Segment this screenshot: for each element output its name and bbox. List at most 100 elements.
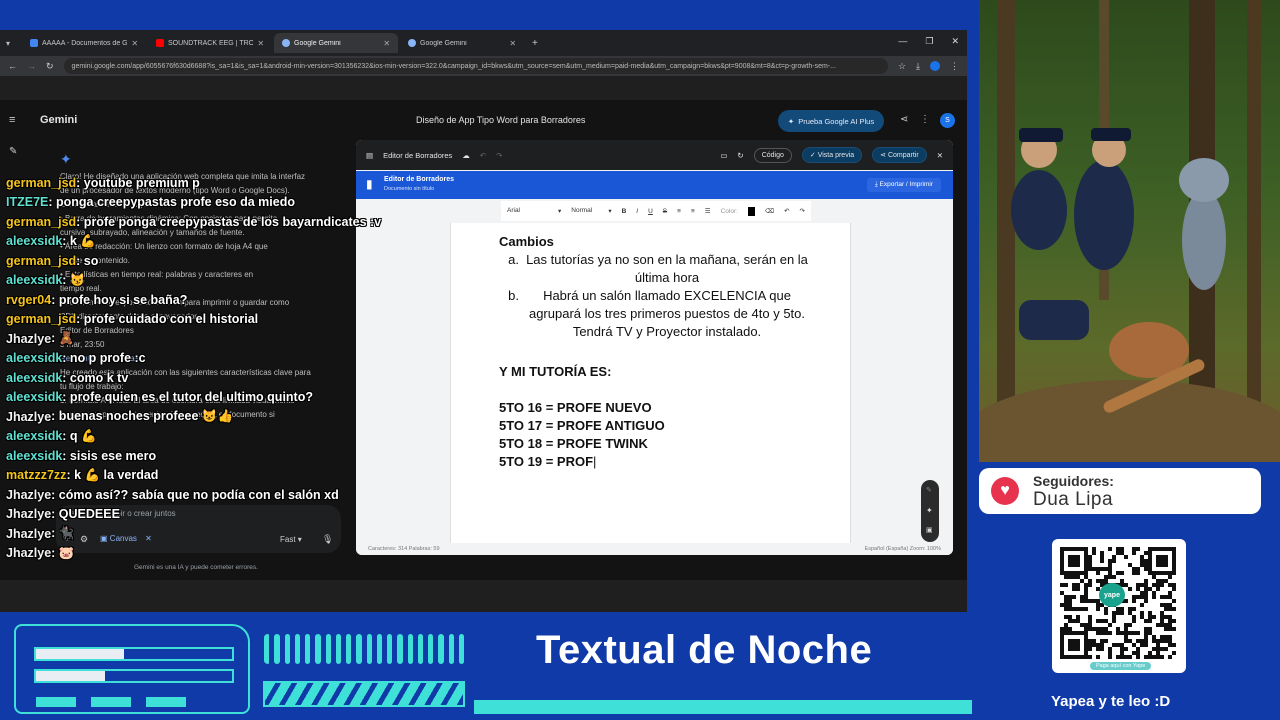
- chat-username[interactable]: german_jsd: [6, 254, 76, 268]
- hamburger-menu-icon[interactable]: ≡: [9, 114, 15, 126]
- document-page[interactable]: Cambios a. Las tutorías ya no son en la m…: [450, 223, 851, 555]
- url-field[interactable]: gemini.google.com/app/6055676f630d6688?i…: [63, 58, 888, 74]
- cloud-icon: ☁: [462, 150, 470, 160]
- latest-follower: Dua Lipa: [1033, 489, 1114, 510]
- preview-button[interactable]: ✓ Vista previa: [801, 147, 863, 163]
- avatar[interactable]: S: [940, 113, 955, 128]
- yape-badge: yape: [1099, 583, 1125, 607]
- language-zoom: Español (España) Zoom: 100%: [864, 546, 941, 552]
- chat-message: german_jsd: profe cuidado con el histori…: [6, 310, 366, 330]
- chat-username[interactable]: german_jsd: [6, 215, 76, 229]
- present-icon[interactable]: ▭: [720, 151, 727, 160]
- chat-text: : 🧸: [51, 331, 75, 346]
- font-select[interactable]: Arial ▾: [507, 207, 561, 215]
- underline-icon[interactable]: U: [648, 208, 653, 215]
- chat-username[interactable]: german_jsd: [6, 176, 76, 190]
- list-icon[interactable]: ☰: [705, 207, 711, 215]
- undo-icon[interactable]: ↶: [784, 207, 789, 215]
- ai-plus-button[interactable]: ✦ Prueba Google AI Plus: [778, 110, 884, 132]
- close-icon[interactable]: ✕: [509, 39, 516, 48]
- forward-icon[interactable]: →: [27, 61, 36, 71]
- editor-app-header: ▮ Editor de Borradores Documento sin tít…: [356, 171, 953, 199]
- redo-icon[interactable]: ↷: [496, 151, 502, 160]
- file-icon: ▮: [366, 177, 373, 191]
- chat-text: : so: [76, 253, 99, 268]
- browser-tab-docs[interactable]: AAAAA - Documentos de Goo ✕: [22, 33, 146, 53]
- gemini-icon: [282, 39, 291, 47]
- tab-search-icon[interactable]: ▾: [6, 39, 10, 48]
- chat-text: : no p profe :c: [62, 351, 146, 366]
- close-window-icon[interactable]: ✕: [951, 36, 959, 47]
- chat-username[interactable]: Jhazlye: [6, 546, 51, 560]
- chat-username[interactable]: Jhazlye: [6, 507, 51, 521]
- decorative-tabs: [36, 697, 186, 707]
- new-tab-button[interactable]: +: [532, 38, 538, 49]
- stream-chat-overlay: german_jsd: youtube premium p ITZE7E: pon…: [6, 173, 381, 563]
- chat-text: : profe cuidado con el historial: [76, 312, 259, 327]
- chat-username[interactable]: aleexsidk: [6, 371, 62, 385]
- chat-username[interactable]: Jhazlye: [6, 527, 51, 541]
- document-body[interactable]: Cambios a. Las tutorías ya no son en la m…: [499, 233, 809, 471]
- chat-username[interactable]: rvger04: [6, 293, 51, 307]
- stream-title: Textual de Noche: [536, 628, 873, 672]
- align-center-icon[interactable]: ≡: [691, 208, 695, 215]
- close-icon[interactable]: ✕: [383, 39, 390, 48]
- chat-username[interactable]: Jhazlye: [6, 488, 51, 502]
- sparkle-icon[interactable]: ✦: [926, 506, 933, 515]
- chat-username[interactable]: aleexsidk: [6, 449, 62, 463]
- reload-icon[interactable]: ↻: [46, 61, 54, 72]
- bold-icon[interactable]: B: [622, 208, 627, 215]
- chat-username[interactable]: aleexsidk: [6, 234, 62, 248]
- chat-username[interactable]: aleexsidk: [6, 351, 62, 365]
- chat-username[interactable]: Jhazlye: [6, 332, 51, 346]
- color-label: Color:: [720, 207, 738, 215]
- share-icon[interactable]: ⋖: [900, 114, 908, 125]
- doc-line: 5TO 19 = PROF|: [499, 454, 597, 469]
- new-chat-icon[interactable]: ✎: [9, 146, 17, 157]
- share-button[interactable]: ⋖ Compartir: [872, 147, 927, 163]
- doc-line: 5TO 16 = PROFE NUEVO: [499, 400, 652, 415]
- style-select[interactable]: Normal ▾: [571, 207, 611, 215]
- code-button[interactable]: Código: [753, 147, 792, 163]
- chat-username[interactable]: matzzz7zz: [6, 468, 66, 482]
- more-options-icon[interactable]: ⋮: [920, 114, 930, 125]
- maximize-icon[interactable]: ❐: [925, 36, 933, 47]
- export-button[interactable]: ⤓ Exportar / Imprimir: [866, 178, 941, 192]
- eraser-icon[interactable]: ⌫: [765, 207, 774, 215]
- doc-heading: Cambios: [499, 234, 554, 249]
- italic-icon[interactable]: I: [636, 208, 638, 215]
- back-icon[interactable]: ←: [8, 61, 17, 71]
- color-swatch[interactable]: [747, 206, 755, 216]
- refresh-icon[interactable]: ↻: [737, 151, 743, 160]
- gemini-star-icon: ✦: [60, 151, 72, 167]
- chat-message: Jhazlye: QUEDEEE: [6, 505, 366, 525]
- chat-username[interactable]: german_jsd: [6, 312, 76, 326]
- minimize-icon[interactable]: —: [898, 36, 907, 47]
- comment-icon[interactable]: ▣: [926, 526, 933, 534]
- menu-icon[interactable]: ⋮: [950, 61, 959, 72]
- bookmark-star-icon[interactable]: ☆: [898, 61, 906, 72]
- undo-icon[interactable]: ↶: [480, 151, 486, 160]
- chat-username[interactable]: ITZE7E: [6, 195, 48, 209]
- chat-username[interactable]: aleexsidk: [6, 429, 62, 443]
- close-icon[interactable]: ✕: [131, 39, 138, 48]
- browser-tab-youtube[interactable]: SOUNDTRACK EEG | TROM ✕: [148, 33, 272, 53]
- browser-tab-gemini-active[interactable]: Google Gemini ✕: [274, 33, 399, 53]
- chat-username[interactable]: aleexsidk: [6, 273, 62, 287]
- chat-message: german_jsd: so: [6, 251, 366, 271]
- close-icon[interactable]: ✕: [937, 151, 943, 160]
- close-icon[interactable]: ✕: [257, 39, 264, 48]
- strikethrough-icon[interactable]: S: [663, 208, 667, 215]
- align-left-icon[interactable]: ≡: [677, 208, 681, 215]
- editor-doc-name[interactable]: Documento sin título: [384, 186, 434, 192]
- browser-tab-gemini[interactable]: Google Gemini ✕: [400, 33, 524, 53]
- sparkle-icon: ✦: [787, 116, 795, 126]
- download-icon[interactable]: ⤓: [916, 61, 920, 72]
- chat-username[interactable]: aleexsidk: [6, 390, 62, 404]
- redo-icon[interactable]: ↷: [800, 207, 805, 215]
- chat-username[interactable]: Jhazlye: [6, 410, 51, 424]
- yape-call-to-action: Yapea y te leo :D: [1051, 693, 1171, 710]
- profile-icon[interactable]: [930, 61, 940, 71]
- chat-message: german_jsd: profe ponga creepypastas de …: [6, 212, 381, 232]
- edit-tool-icon[interactable]: ✎: [926, 486, 932, 494]
